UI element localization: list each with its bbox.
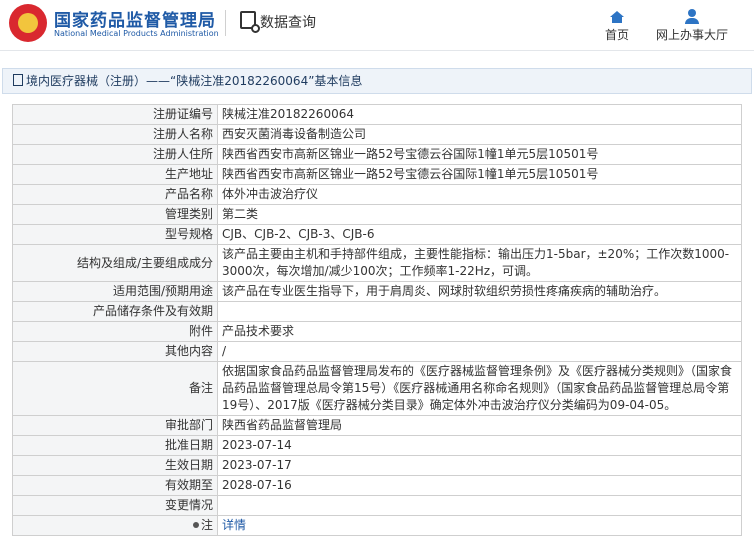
table-row: 产品名称 体外冲击波治疗仪: [12, 184, 742, 205]
table-row: 注册人住所 陕西省西安市高新区锦业一路52号宝德云谷国际1幢1单元5层10501号: [12, 144, 742, 165]
table-row: 适用范围/预期用途 该产品在专业医生指导下，用于肩周炎、网球肘软组织劳损性疼痛疾病…: [12, 281, 742, 302]
table-row: 结构及组成/主要组成成分 该产品主要由主机和手持部件组成，主要性能指标：输出压力1…: [12, 244, 742, 282]
row-value: 该产品在专业医生指导下，用于肩周炎、网球肘软组织劳损性疼痛疾病的辅助治疗。: [217, 281, 742, 302]
nav-home-label: 首页: [604, 28, 629, 42]
row-value: 陕西省药品监督管理局: [217, 415, 742, 436]
detail-table: 注册证编号 陕械注准20182260064 注册人名称 西安灭菌消毒设备制造公司 注…: [12, 104, 742, 536]
table-row: 有效期至 2028-07-16: [12, 475, 742, 496]
row-label: 注册人住所: [12, 144, 218, 165]
row-value: 陕械注准20182260064: [217, 104, 742, 125]
note-value-cell: 详情: [217, 515, 742, 536]
breadcrumb: 境内医疗器械（注册）——“陕械注准20182260064”基本信息: [2, 68, 752, 94]
row-value: [217, 495, 742, 516]
row-label: 管理类别: [12, 204, 218, 225]
table-row: 型号规格 CJB、CJB-2、CJB-3、CJB-6: [12, 224, 742, 245]
note-label-cell: 注: [12, 515, 218, 536]
row-value: 2028-07-16: [217, 475, 742, 496]
home-icon: [602, 6, 632, 23]
row-label: 结构及组成/主要组成成分: [12, 244, 218, 282]
row-value: CJB、CJB-2、CJB-3、CJB-6: [217, 224, 742, 245]
row-label: 审批部门: [12, 415, 218, 436]
table-row: 其他内容 /: [12, 341, 742, 362]
table-row: 批准日期 2023-07-14: [12, 435, 742, 456]
bullet-icon: [192, 522, 199, 528]
table-row: 备注 依据国家食品药品监督管理局发布的《医疗器械监督管理条例》及《医疗器械分类规则…: [12, 361, 742, 416]
details-link[interactable]: 详情: [222, 518, 246, 532]
row-label: 型号规格: [12, 224, 218, 245]
row-label: 变更情况: [12, 495, 218, 516]
nav-home[interactable]: 首页: [602, 6, 632, 43]
row-value: 依据国家食品药品监督管理局发布的《医疗器械监督管理条例》及《医疗器械分类规则》（…: [217, 361, 742, 416]
data-query-link[interactable]: 数据查询: [240, 11, 316, 33]
row-value: /: [217, 341, 742, 362]
site-subtitle: National Medical Products Administration: [54, 29, 219, 38]
row-value: 2023-07-17: [217, 455, 742, 476]
row-value: 陕西省西安市高新区锦业一路52号宝德云谷国际1幢1单元5层10501号: [217, 144, 742, 165]
nav-online-service-label: 网上办事大厅: [655, 28, 728, 42]
row-label: 生产地址: [12, 164, 218, 185]
note-label: 注: [200, 518, 213, 532]
row-label: 适用范围/预期用途: [12, 281, 218, 302]
row-label: 注册证编号: [12, 104, 218, 125]
row-label: 其他内容: [12, 341, 218, 362]
table-row: 注册人名称 西安灭菌消毒设备制造公司: [12, 124, 742, 145]
row-label: 批准日期: [12, 435, 218, 456]
row-value: 该产品主要由主机和手持部件组成，主要性能指标：输出压力1-5bar，±20%；工…: [217, 244, 742, 282]
row-label: 有效期至: [12, 475, 218, 496]
row-value: 陕西省西安市高新区锦业一路52号宝德云谷国际1幢1单元5层10501号: [217, 164, 742, 185]
site-header: 国家药品监督管理局 National Medical Products Admi…: [0, 0, 754, 51]
table-row-note: 注 详情: [12, 515, 742, 536]
row-value: 西安灭菌消毒设备制造公司: [217, 124, 742, 145]
row-label: 附件: [12, 321, 218, 342]
row-value: 第二类: [217, 204, 742, 225]
row-value: [217, 301, 742, 322]
data-query-label: 数据查询: [260, 15, 316, 31]
row-label: 生效日期: [12, 455, 218, 476]
nav-online-service[interactable]: 网上办事大厅: [652, 6, 732, 43]
document-icon: [13, 74, 23, 86]
table-row: 注册证编号 陕械注准20182260064: [12, 104, 742, 125]
table-row: 审批部门 陕西省药品监督管理局: [12, 415, 742, 436]
breadcrumb-text: 境内医疗器械（注册）——“陕械注准20182260064”基本信息: [26, 74, 363, 88]
row-label: 备注: [12, 361, 218, 416]
row-label: 产品储存条件及有效期: [12, 301, 218, 322]
user-icon: [652, 6, 732, 24]
row-label: 产品名称: [12, 184, 218, 205]
emblem-logo: [9, 4, 47, 42]
site-title: 国家药品监督管理局: [54, 11, 216, 31]
row-value: 2023-07-14: [217, 435, 742, 456]
row-value: 产品技术要求: [217, 321, 742, 342]
table-row: 生效日期 2023-07-17: [12, 455, 742, 476]
row-label: 注册人名称: [12, 124, 218, 145]
row-value: 体外冲击波治疗仪: [217, 184, 742, 205]
header-divider: [225, 10, 226, 36]
search-document-icon: [240, 11, 260, 33]
table-row: 管理类别 第二类: [12, 204, 742, 225]
table-row: 产品储存条件及有效期: [12, 301, 742, 322]
table-row: 附件 产品技术要求: [12, 321, 742, 342]
table-row: 生产地址 陕西省西安市高新区锦业一路52号宝德云谷国际1幢1单元5层10501号: [12, 164, 742, 185]
table-row: 变更情况: [12, 495, 742, 516]
